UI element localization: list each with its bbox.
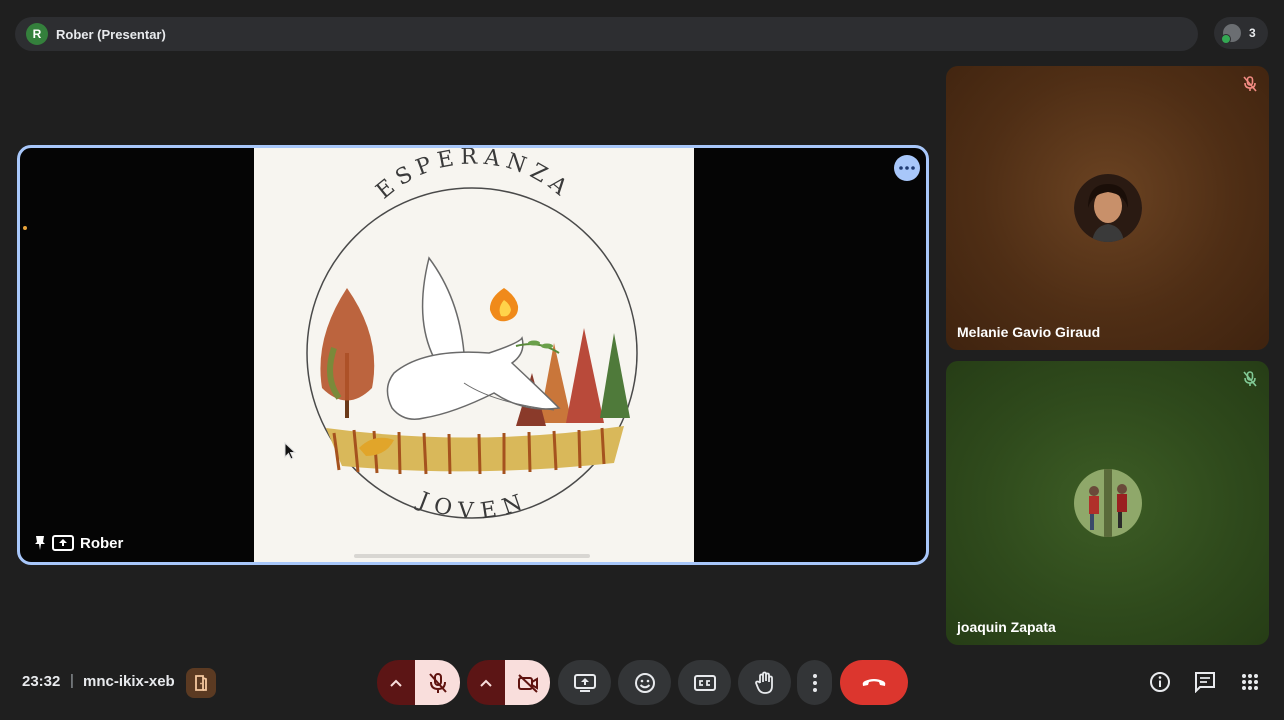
info-icon [1150,672,1170,692]
mic-off-icon [1243,371,1257,387]
participant-tile[interactable]: joaquin Zapata [946,361,1269,645]
chevron-up-icon [480,679,492,687]
camera-control-group [467,660,550,705]
participants-chip[interactable]: 3 [1214,17,1268,49]
present-screen-icon [573,673,596,692]
slide-logo: ESPERANZA JOVEN [306,148,638,524]
meeting-code: mnc-ikix-xeb [83,673,175,690]
tile-more-options-button[interactable] [894,155,920,181]
presenter-avatar: R [26,23,48,45]
participant-name: joaquin Zapata [957,619,1056,635]
raise-hand-icon [754,671,773,694]
chevron-up-icon [390,679,402,687]
door-icon [195,675,207,691]
more-vertical-icon [812,673,817,692]
toggle-mic-button[interactable] [415,660,460,705]
reactions-button[interactable] [618,660,671,705]
participant-name: Melanie Gavio Giraud [957,324,1101,340]
mic-control-group [377,660,460,705]
audio-options-button[interactable] [377,660,415,705]
logo-dove-wing [421,256,465,359]
toggle-camera-button[interactable] [505,660,550,705]
end-call-icon [862,678,886,686]
slide-title-bottom: JOVEN [413,487,525,524]
present-now-button[interactable] [558,660,611,705]
leave-call-button[interactable] [840,660,908,705]
presenter-name-tag: Rober [34,534,123,552]
participant-avatar [1073,469,1142,537]
video-options-button[interactable] [467,660,505,705]
leave-room-button[interactable] [186,668,216,698]
slide-title-top: ESPERANZA [372,148,571,204]
meeting-clock: 23:32 [22,673,61,690]
presenter-label: Rober (Presentar) [56,26,166,42]
camera-off-icon [517,673,538,693]
apps-grid-icon [1242,674,1258,690]
logo-right-tree-3 [600,333,630,418]
svg-text:JOVEN: JOVEN [413,487,533,524]
participant-avatar [1073,174,1142,242]
mouse-cursor-icon [284,442,297,460]
logo-left-tree [320,288,375,401]
logo-right-tree-1 [539,343,572,423]
captions-icon [693,674,716,691]
participant-tile[interactable]: Melanie Gavio Giraud [946,66,1269,350]
logo-right-tree-2 [566,328,604,423]
chat-button[interactable] [1193,670,1217,694]
mic-off-icon [428,672,447,693]
raise-hand-button[interactable] [738,660,791,705]
emoji-icon [634,672,655,693]
captions-button[interactable] [678,660,731,705]
shared-slide: ESPERANZA JOVEN [254,148,694,562]
svg-text:ESPERANZA: ESPERANZA [372,148,577,204]
participant-count: 3 [1249,26,1256,40]
present-screen-icon [52,535,74,551]
activities-button[interactable] [1238,670,1262,694]
meeting-details-button[interactable] [1148,670,1172,694]
more-options-button[interactable] [797,660,832,705]
slide-scrollbar[interactable] [354,554,590,558]
chat-icon [1195,672,1215,693]
footer-separator: | [70,672,74,689]
presenter-bar[interactable]: R Rober (Presentar) [15,17,1198,51]
more-horizontal-icon [899,166,915,170]
mic-off-icon [1243,76,1257,92]
participant-avatar-icon [1221,24,1241,44]
indicator-dot [23,226,27,230]
presenter-name: Rober [80,534,124,552]
pin-icon [35,536,45,550]
presentation-tile[interactable]: ESPERANZA JOVEN Rober [17,145,929,565]
